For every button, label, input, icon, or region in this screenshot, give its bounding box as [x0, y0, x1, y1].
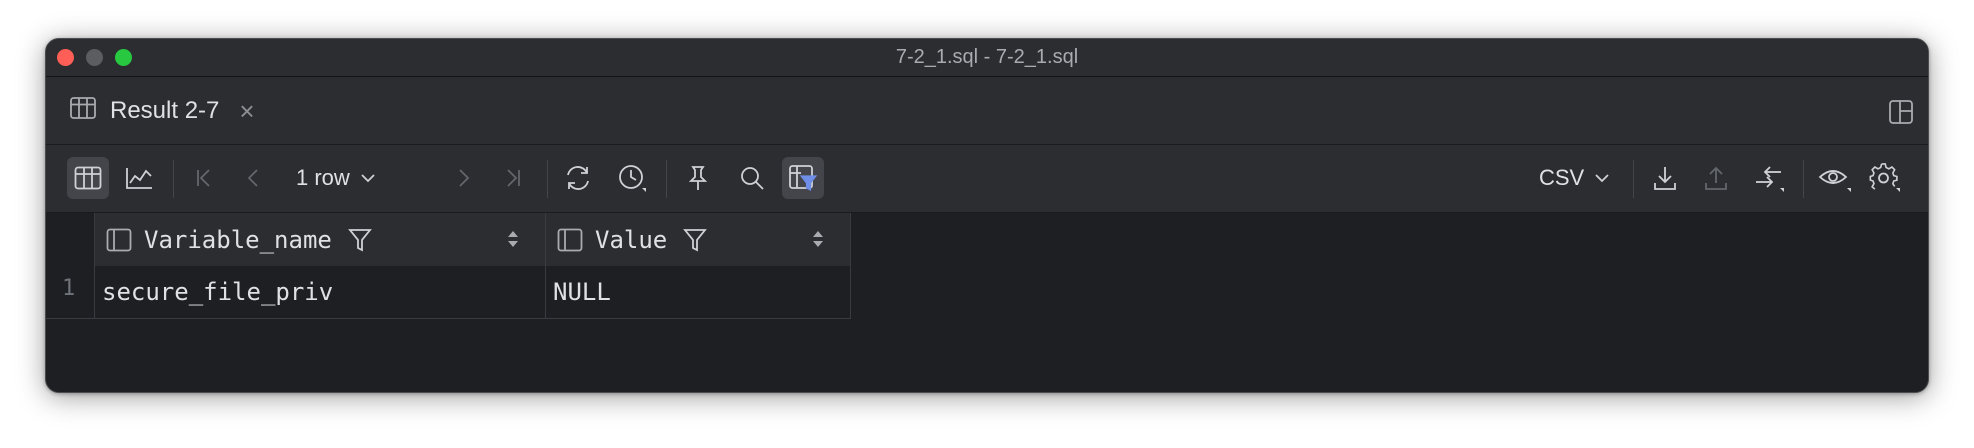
column-name: Value — [595, 225, 668, 254]
clock-icon — [619, 165, 646, 192]
settings-button[interactable] — [1864, 157, 1906, 199]
last-page-button[interactable] — [492, 157, 534, 199]
previous-page-button[interactable] — [233, 157, 275, 199]
first-page-icon — [197, 169, 210, 187]
sort-icon[interactable] — [507, 230, 519, 248]
window-title: 7-2_1.sql - 7-2_1.sql — [895, 46, 1079, 68]
row-number: 1 — [46, 266, 95, 319]
search-button[interactable] — [731, 157, 773, 199]
download-button[interactable] — [1644, 157, 1686, 199]
table-row[interactable]: 1 secure_file_priv NULL — [46, 266, 851, 319]
next-page-button[interactable] — [442, 157, 484, 199]
first-page-button[interactable] — [183, 157, 225, 199]
table-cell[interactable]: NULL — [546, 266, 851, 319]
search-icon — [741, 167, 764, 190]
tab-bar: Result 2-7 × — [46, 77, 1928, 145]
column-icon — [557, 228, 583, 252]
row-count-dropdown[interactable]: 1 row — [296, 157, 376, 199]
pin-icon — [688, 166, 708, 190]
table-view-button[interactable] — [67, 157, 109, 199]
last-page-icon — [507, 169, 520, 187]
export-format-label: CSV — [1539, 165, 1585, 190]
column-header-value[interactable]: Value — [546, 213, 851, 266]
toolbar-separator — [173, 160, 174, 198]
column-name: Variable_name — [144, 225, 332, 254]
toolbar-separator — [1803, 160, 1804, 198]
tab-label: Result 2-7 — [110, 96, 220, 124]
gear-icon — [1869, 163, 1900, 192]
table-cell[interactable]: secure_file_priv — [95, 266, 546, 319]
table-filter-icon — [789, 165, 818, 191]
chevron-left-icon — [247, 169, 258, 187]
chevron-down-icon — [361, 174, 375, 183]
table-icon — [70, 97, 96, 124]
toolbar-separator — [1633, 160, 1634, 198]
column-header-variable-name[interactable]: Variable_name — [95, 213, 546, 266]
upload-icon — [1705, 166, 1727, 190]
line-chart-icon — [126, 168, 152, 189]
auto-refresh-button[interactable] — [611, 157, 653, 199]
chart-view-button[interactable] — [118, 157, 160, 199]
row-count-label: 1 row — [296, 165, 350, 190]
export-format-dropdown[interactable]: CSV — [1539, 157, 1610, 199]
table-icon — [74, 166, 102, 190]
chevron-down-icon — [1595, 174, 1609, 183]
upload-button[interactable] — [1695, 157, 1737, 199]
download-icon — [1654, 167, 1676, 190]
result-toolbar: 1 row CSV — [46, 145, 1928, 213]
chevron-right-icon — [459, 169, 470, 187]
toolbar-separator — [547, 160, 548, 198]
refresh-button[interactable] — [557, 157, 599, 199]
row-number-header — [46, 213, 95, 266]
column-icon — [106, 228, 132, 252]
pin-tab-button[interactable] — [677, 157, 719, 199]
compare-button[interactable] — [1748, 157, 1790, 199]
layout-icon[interactable] — [1888, 99, 1914, 125]
view-options-button[interactable] — [1814, 157, 1856, 199]
app-window: 7-2_1.sql - 7-2_1.sql Result 2-7 × 1 row… — [45, 38, 1929, 393]
sort-icon[interactable] — [812, 230, 824, 248]
compare-arrows-icon — [1756, 166, 1784, 192]
eye-icon — [1818, 170, 1851, 192]
toolbar-separator — [666, 160, 667, 198]
filter-icon[interactable] — [347, 228, 372, 252]
filter-icon[interactable] — [683, 228, 708, 252]
tab-result[interactable]: Result 2-7 × — [70, 77, 255, 144]
filter-toggle-button[interactable] — [782, 157, 824, 199]
title-bar: 7-2_1.sql - 7-2_1.sql — [46, 39, 1928, 77]
close-icon[interactable]: × — [239, 98, 254, 124]
refresh-icon — [567, 166, 589, 190]
